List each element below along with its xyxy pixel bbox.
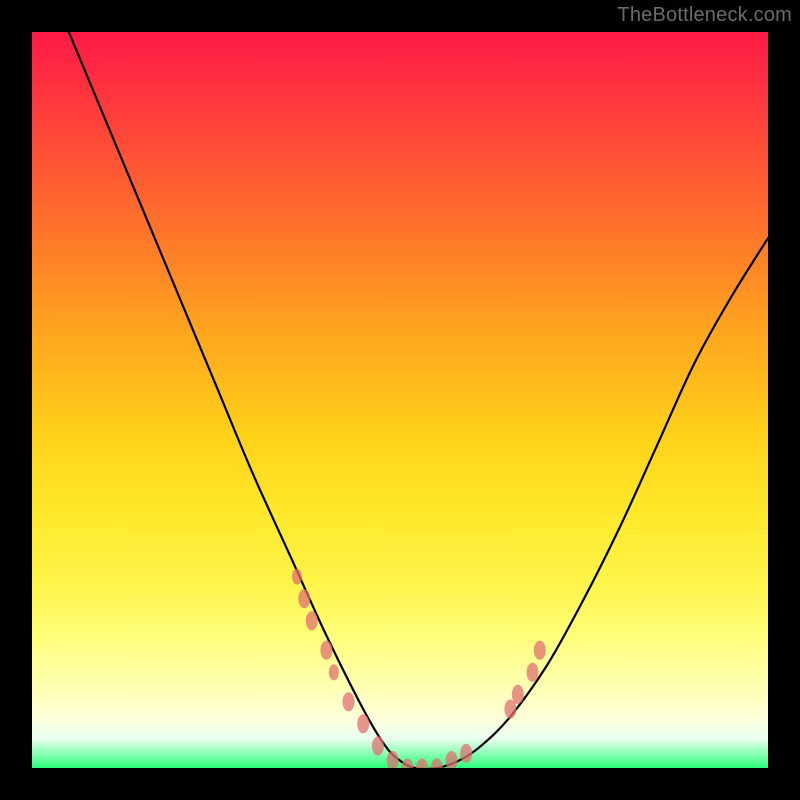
bottleneck-curve [69,32,768,768]
curve-marker [401,758,413,768]
watermark-text: TheBottleneck.com [617,4,792,27]
curve-marker [527,663,539,682]
curve-marker [534,641,546,660]
curve-marker [343,692,355,711]
curve-marker [320,641,332,660]
curve-marker [512,685,524,704]
curve-marker [329,664,339,680]
curve-marker [372,736,384,755]
curve-markers [292,569,546,768]
curve-marker [387,751,399,768]
curve-marker [306,611,318,630]
curve-marker [357,714,369,733]
curve-marker [431,758,443,768]
curve-marker [292,569,302,585]
curve-marker [298,589,310,608]
curve-marker [460,744,472,763]
curve-marker [416,758,428,768]
chart-frame: TheBottleneck.com [0,0,800,800]
curve-marker [446,751,458,768]
curve-layer [32,32,768,768]
plot-area [32,32,768,768]
